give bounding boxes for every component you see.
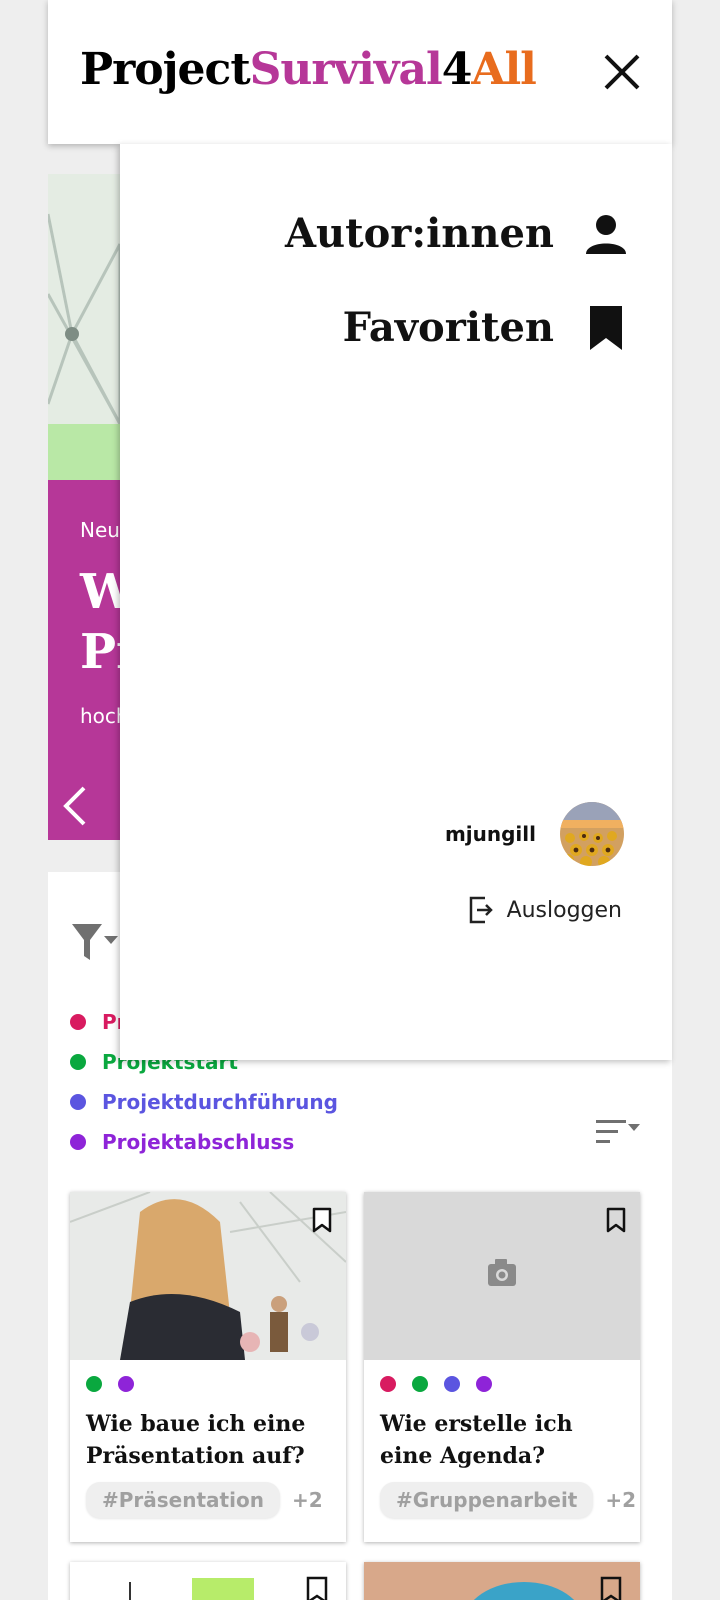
- card-title: Wie baue ich eine Präsentation auf?: [86, 1411, 306, 1469]
- logo-part-4: 4: [441, 44, 473, 95]
- card-image-graphic: [70, 1562, 346, 1600]
- logo-part-project: Project: [80, 44, 251, 95]
- category-dot: [70, 1014, 86, 1030]
- logout-label: Ausloggen: [506, 897, 622, 923]
- bookmark-outline-icon: [312, 1207, 332, 1233]
- bookmark-button[interactable]: [604, 1206, 628, 1234]
- logo-part-all: All: [471, 44, 537, 95]
- category-dot: [380, 1376, 396, 1392]
- article-card[interactable]: Wie erstelle ich eine Agenda? #Gruppenar…: [364, 1192, 640, 1542]
- nav-drawer: Autor:innen Favoriten mjungill Ausloggen: [120, 144, 672, 1060]
- category-dot: [70, 1094, 86, 1110]
- user-profile[interactable]: mjungill: [445, 802, 624, 866]
- category-label: Projektdurchführung: [102, 1090, 338, 1114]
- article-card[interactable]: [70, 1562, 346, 1600]
- card-image: [70, 1192, 346, 1360]
- filter-icon: [72, 924, 118, 960]
- avatar-image: [560, 802, 624, 866]
- logo-part-survival: Survival: [249, 44, 443, 95]
- logout-button[interactable]: Ausloggen: [467, 894, 622, 926]
- category-dot: [86, 1376, 102, 1392]
- person-icon: [586, 214, 626, 254]
- filter-button[interactable]: [70, 922, 122, 962]
- bookmark-button[interactable]: [310, 1206, 334, 1234]
- menu-item-label: Favoriten: [342, 304, 554, 351]
- category-dot: [118, 1376, 134, 1392]
- card-image-placeholder: [364, 1192, 640, 1360]
- hero-prev-button[interactable]: [60, 786, 90, 826]
- article-card[interactable]: Wie baue ich eine Präsentation auf? #Prä…: [70, 1192, 346, 1542]
- avatar[interactable]: [560, 802, 624, 866]
- card-image-graphic: [70, 1192, 346, 1360]
- tag-chip[interactable]: #Präsentation: [86, 1482, 280, 1518]
- close-icon: [604, 54, 640, 90]
- menu-item-authors[interactable]: Autor:innen: [285, 210, 628, 257]
- username: mjungill: [444, 822, 536, 846]
- card-title: Wie erstelle ich eine Agenda?: [380, 1411, 573, 1469]
- sort-icon: [596, 1120, 640, 1143]
- hero-kicker: Neu: [80, 518, 120, 542]
- close-menu-button[interactable]: [600, 50, 644, 94]
- more-tags-count: +2: [605, 1488, 637, 1512]
- card-image-graphic: [364, 1562, 640, 1600]
- bookmark-outline-icon: [606, 1207, 626, 1233]
- card-category-dots: [380, 1376, 492, 1392]
- app-logo[interactable]: ProjectSurvival4All: [80, 44, 537, 95]
- category-dot: [70, 1054, 86, 1070]
- category-dot: [412, 1376, 428, 1392]
- category-dot: [70, 1134, 86, 1150]
- category-dot: [476, 1376, 492, 1392]
- bookmark-icon: [590, 305, 622, 350]
- category-label: Projektabschluss: [102, 1130, 295, 1154]
- menu-item-label: Autor:innen: [284, 210, 554, 257]
- chevron-left-icon: [63, 786, 86, 826]
- logout-icon: [469, 896, 493, 924]
- sort-button[interactable]: [594, 1116, 642, 1148]
- article-card[interactable]: [364, 1562, 640, 1600]
- category-item[interactable]: Projektabschluss: [70, 1122, 338, 1162]
- category-dot: [444, 1376, 460, 1392]
- more-tags-count: +2: [291, 1488, 323, 1512]
- tag-chip[interactable]: #Gruppenarbeit: [380, 1482, 594, 1518]
- card-tags: #Präsentation +2: [86, 1482, 323, 1518]
- category-item[interactable]: Projektdurchführung: [70, 1082, 338, 1122]
- menu-item-favorites[interactable]: Favoriten: [343, 304, 628, 351]
- card-category-dots: [86, 1376, 134, 1392]
- app-header: ProjectSurvival4All: [48, 0, 672, 144]
- card-tags: #Gruppenarbeit +2: [380, 1482, 636, 1518]
- camera-icon: [488, 1259, 516, 1286]
